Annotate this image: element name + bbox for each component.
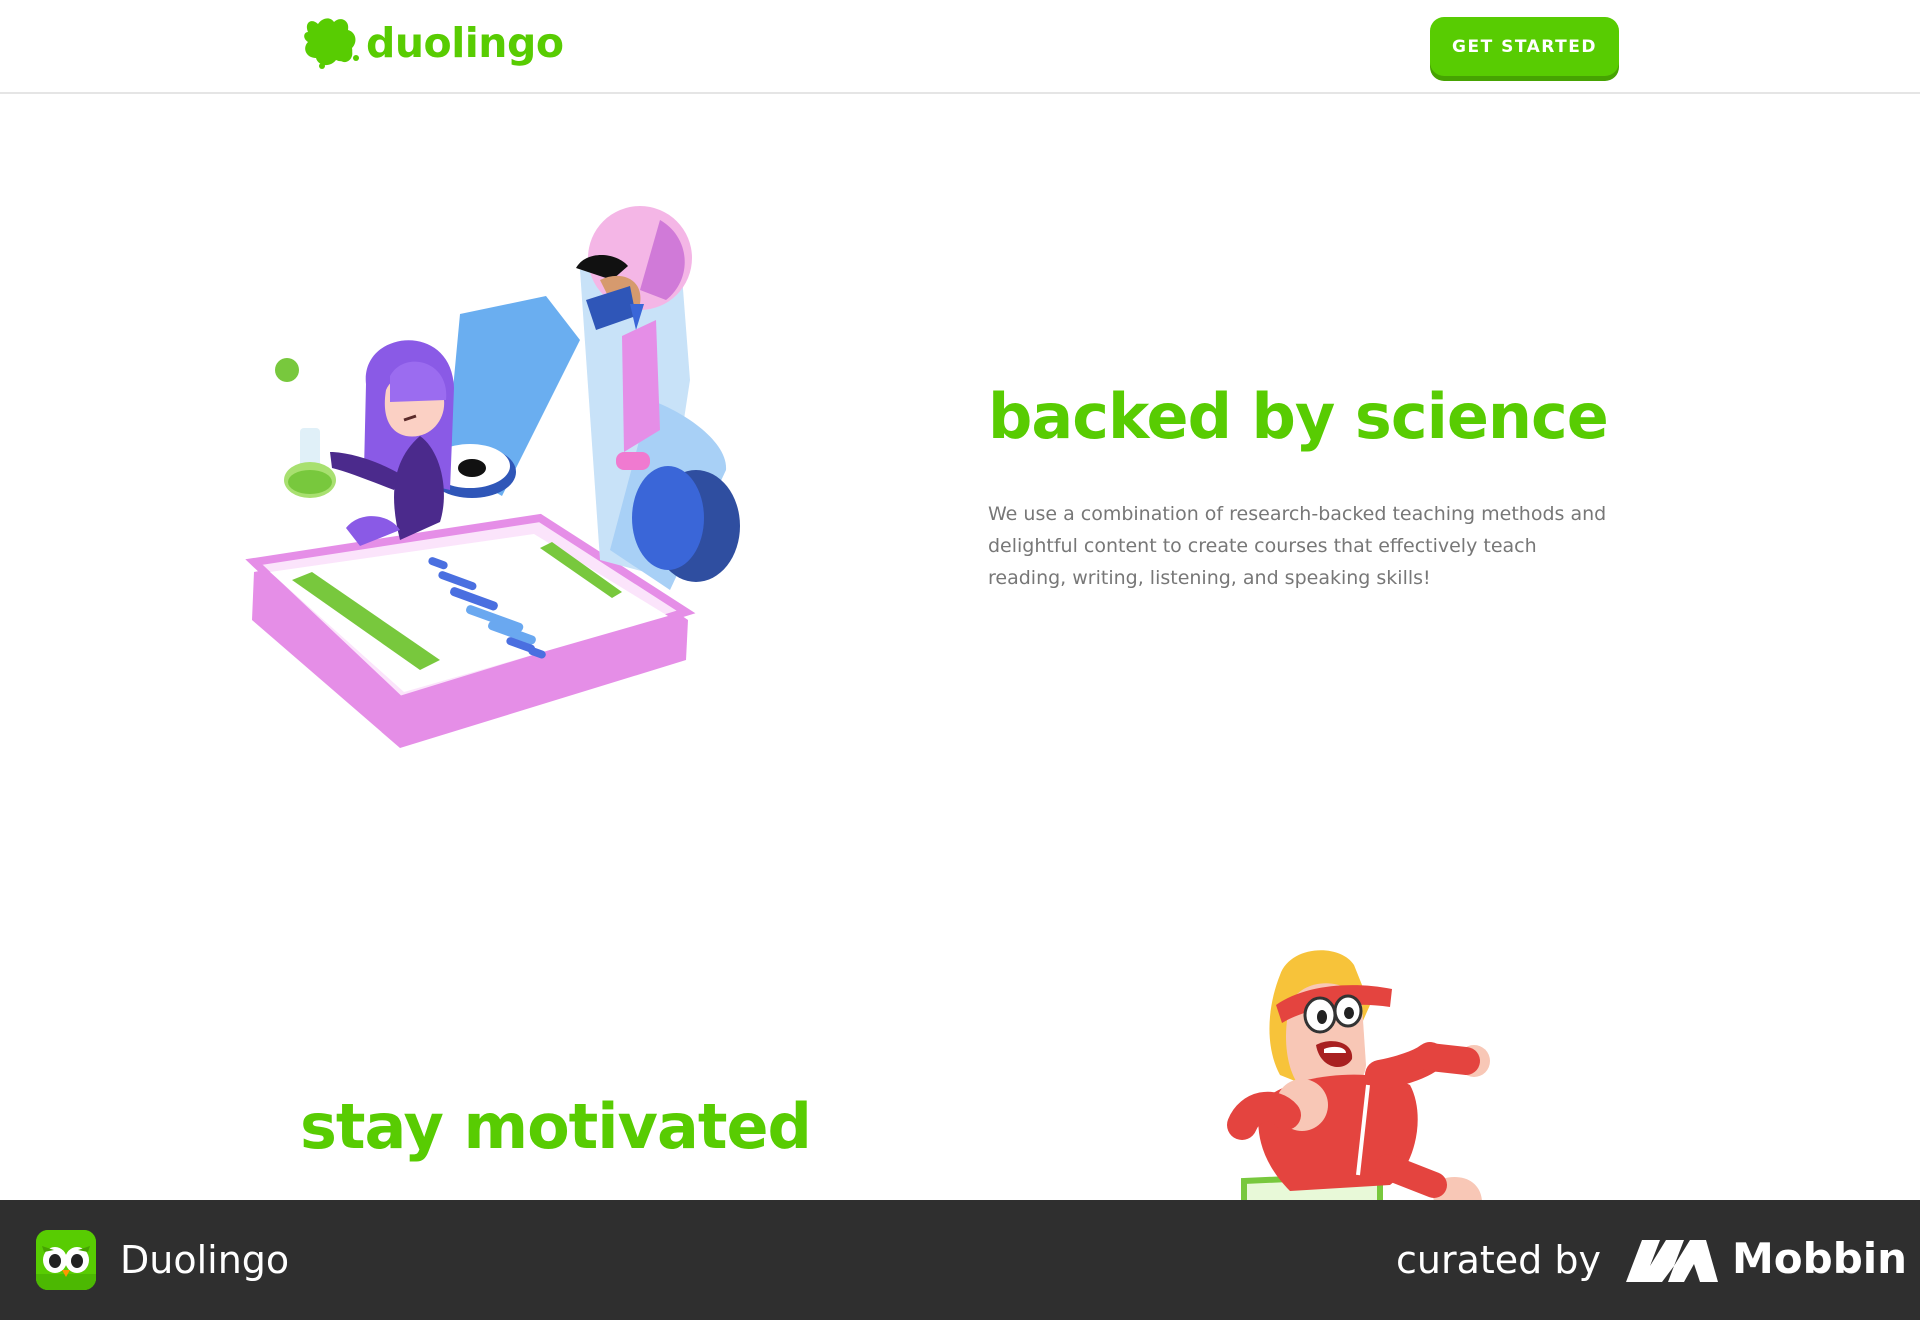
logo-wordmark: duolingo xyxy=(366,19,564,67)
duo-owl-logo-icon xyxy=(304,18,359,69)
get-started-button[interactable]: GET STARTED xyxy=(1430,17,1619,76)
duolingo-logo[interactable]: duolingo xyxy=(300,14,564,72)
footer-app-name: Duolingo xyxy=(120,1238,290,1282)
science-heading: backed by science xyxy=(988,380,1609,453)
mobbin-wordmark: Mobbin xyxy=(1732,1234,1908,1283)
curated-by-label: curated by xyxy=(1396,1238,1601,1282)
duolingo-app-icon xyxy=(36,1230,96,1290)
runner-illustration xyxy=(1220,945,1520,1200)
top-nav: duolingo GET STARTED xyxy=(0,0,1920,94)
mobbin-logo-icon xyxy=(1626,1240,1718,1282)
science-description: We use a combination of research-backed … xyxy=(988,503,1607,589)
mobbin-footer-bar: Duolingo curated by Mobbin xyxy=(0,1200,1920,1320)
page: duolingo GET STARTED backed by science W… xyxy=(0,0,1920,1320)
motivated-heading: stay motivated xyxy=(300,1090,812,1163)
science-illustration xyxy=(240,200,760,760)
